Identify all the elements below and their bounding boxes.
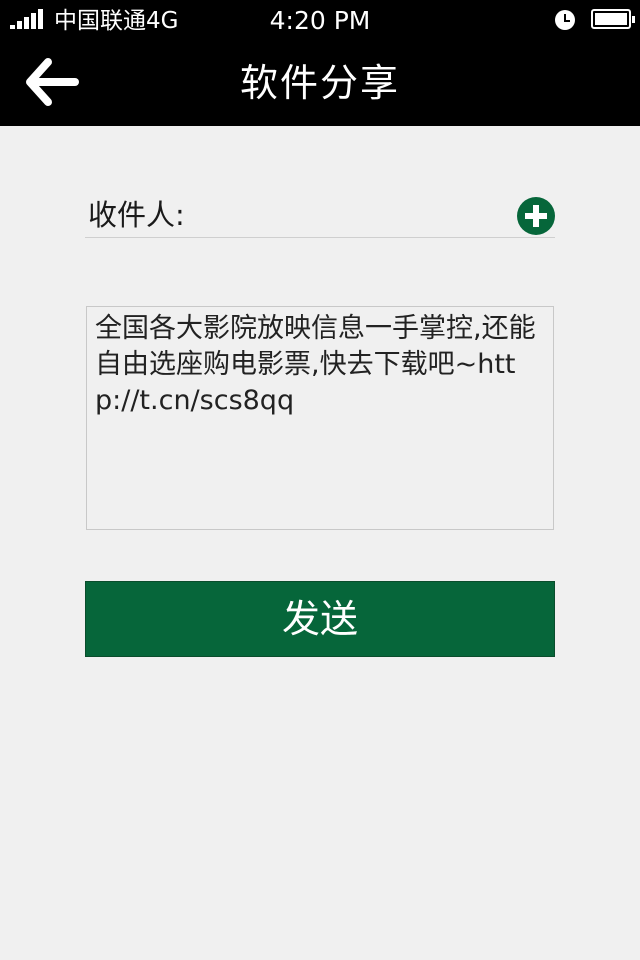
recipient-label: 收件人:	[88, 198, 185, 232]
clock-icon	[555, 10, 575, 30]
page-title: 软件分享	[239, 61, 400, 105]
recipient-input[interactable]	[203, 195, 503, 235]
status-time: 4:20 PM	[269, 6, 371, 35]
recipient-row: 收件人:	[85, 195, 555, 238]
add-contact-button[interactable]	[517, 197, 555, 235]
message-textarea[interactable]: 全国各大影院放映信息一手掌控,还能自由选座购电影票,快去下载吧~http://t…	[86, 306, 554, 530]
status-bar: 中国联通4G 4:20 PM	[0, 0, 640, 40]
send-button[interactable]: 发送	[85, 581, 555, 657]
battery-icon	[591, 9, 635, 29]
nav-bar: 软件分享	[0, 40, 640, 126]
